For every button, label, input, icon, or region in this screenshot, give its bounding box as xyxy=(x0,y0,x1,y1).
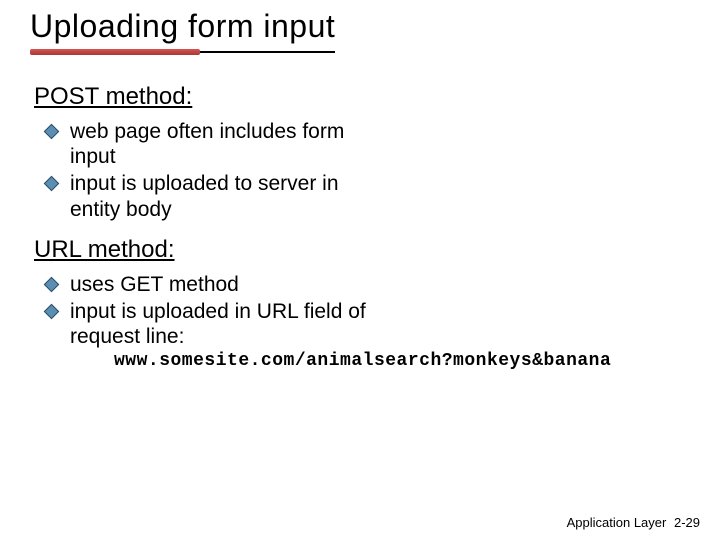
title-underline-accent xyxy=(30,49,200,55)
list-item-text: input is uploaded to server in entity bo… xyxy=(70,172,339,220)
url-example: www.somesite.com/animalsearch?monkeys&ba… xyxy=(114,351,690,371)
section-heading: URL method: xyxy=(34,236,690,264)
footer: Application Layer 2-29 xyxy=(567,515,700,530)
diamond-bullet-icon xyxy=(44,124,60,140)
section-post: POST method: web page often includes for… xyxy=(34,83,690,222)
list-item-text: web page often includes form input xyxy=(70,120,344,168)
footer-label: Application Layer xyxy=(567,515,667,530)
slide: Uploading form input POST method: web pa… xyxy=(0,0,720,540)
bullet-list: uses GET method input is uploaded in URL… xyxy=(46,272,376,350)
diamond-bullet-icon xyxy=(44,276,60,292)
list-item: input is uploaded to server in entity bo… xyxy=(46,171,376,221)
list-item-text: uses GET method xyxy=(70,273,239,296)
title-block: Uploading form input xyxy=(30,8,335,53)
list-item: uses GET method xyxy=(46,272,376,297)
diamond-bullet-icon xyxy=(44,176,60,192)
footer-page: 2-29 xyxy=(674,515,700,530)
list-item: input is uploaded in URL field of reques… xyxy=(46,299,376,349)
bullet-list: web page often includes form input input… xyxy=(46,119,376,222)
diamond-bullet-icon xyxy=(44,304,60,320)
list-item: web page often includes form input xyxy=(46,119,376,169)
slide-title: Uploading form input xyxy=(30,8,335,53)
section-heading: POST method: xyxy=(34,83,690,111)
list-item-text: input is uploaded in URL field of reques… xyxy=(70,300,366,348)
section-url: URL method: uses GET method input is upl… xyxy=(34,236,690,372)
